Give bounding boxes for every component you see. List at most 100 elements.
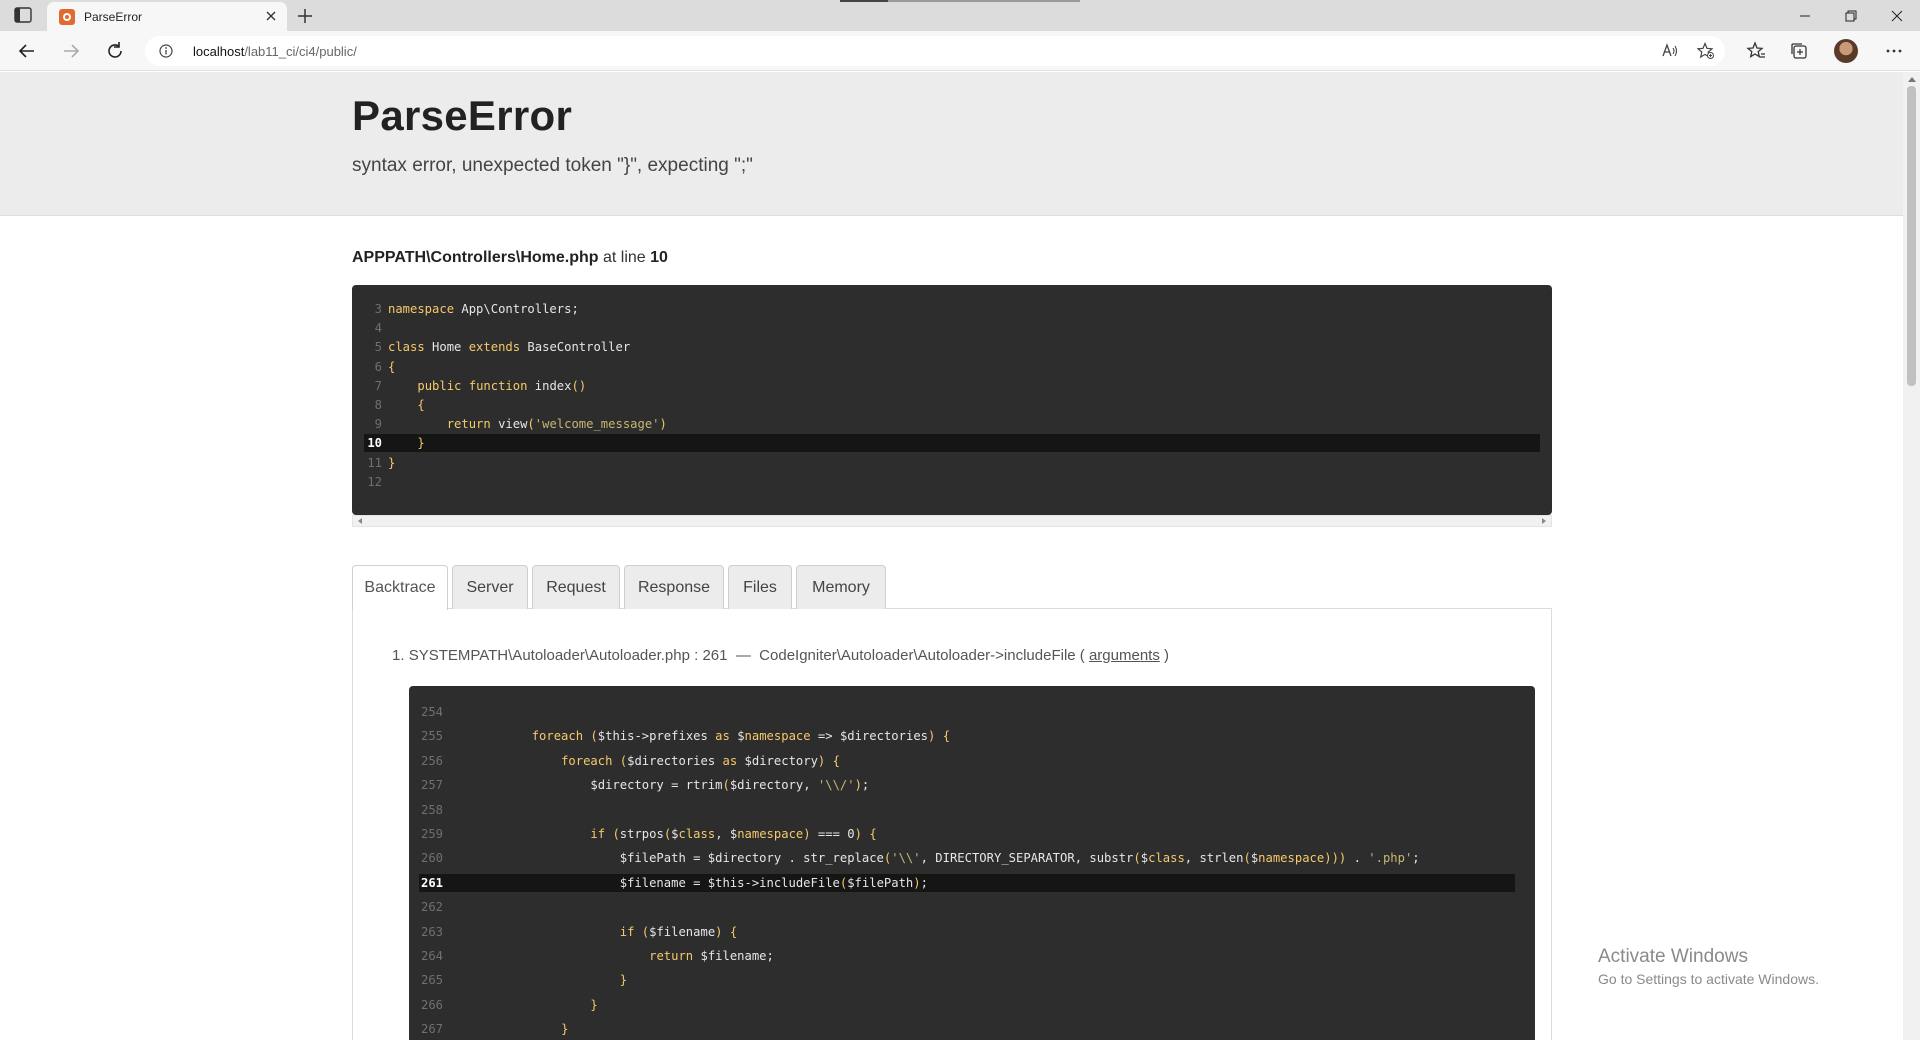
error-location: APPPATH\Controllers\Home.php at line 10	[352, 249, 668, 267]
code-line: 266 }	[419, 996, 1515, 1014]
line-number: 11	[367, 455, 382, 470]
tab-request[interactable]: Request	[532, 565, 620, 609]
close-icon[interactable]	[263, 8, 279, 24]
code-line: 261 $filename = $this->includeFile($file…	[419, 873, 1515, 892]
code-line: 255 foreach ($this->prefixes as $namespa…	[419, 727, 1515, 745]
source-code-block: 3 namespace App\Controllers; 4 5 class Home …	[352, 285, 1552, 515]
close-window-icon[interactable]	[1874, 0, 1920, 31]
code-text: public function index()	[417, 378, 587, 393]
code-line: 260 $filePath = $directory . str_replace…	[419, 849, 1515, 867]
url-host: localhost	[193, 44, 245, 59]
code-line: 267 }	[419, 1020, 1515, 1038]
error-header: ParseError syntax error, unexpected toke…	[0, 72, 1903, 216]
tab-memory[interactable]: Memory	[796, 565, 886, 609]
backtrace-call: CodeIgniter\Autoloader\Autoloader->inclu…	[759, 647, 1085, 664]
code-line: 5 class Home extends BaseController	[364, 338, 1540, 356]
code-line: 4	[364, 319, 1540, 337]
minimize-icon[interactable]	[1782, 0, 1828, 31]
line-number: 9	[374, 417, 382, 432]
code-text: }	[561, 1022, 569, 1037]
favorites-icon[interactable]	[1746, 41, 1766, 61]
line-number: 255	[420, 729, 443, 744]
code-line: 264 return $filename;	[419, 947, 1515, 965]
line-number: 261	[420, 875, 443, 890]
code-text: }	[590, 997, 598, 1012]
tab-backtrace[interactable]: Backtrace	[352, 565, 448, 610]
code-text: foreach ($this->prefixes as $namespace =…	[531, 729, 951, 744]
sidebar-icon[interactable]	[14, 7, 32, 23]
scroll-up-icon[interactable]	[1908, 77, 1916, 82]
profile-avatar[interactable]	[1834, 39, 1858, 63]
line-number: 260	[420, 851, 443, 866]
line-number: 6	[374, 359, 382, 374]
at-line-label: at line	[602, 249, 646, 266]
code-text: $filePath = $directory . str_replace('\\…	[473, 851, 1420, 866]
url-text[interactable]: localhost/lab11_ci/ci4/public/	[193, 44, 357, 59]
code-line: 10 }	[364, 434, 1540, 453]
scroll-left-icon[interactable]	[358, 518, 362, 524]
tab-files[interactable]: Files	[728, 565, 792, 609]
line-number: 266	[420, 997, 443, 1012]
code-text: foreach ($directories as $directory) {	[561, 753, 840, 768]
code-text: namespace App\Controllers;	[388, 302, 579, 316]
plus-icon[interactable]	[296, 7, 314, 25]
line-number: 267	[420, 1022, 443, 1037]
arguments-link[interactable]: arguments	[1089, 647, 1160, 664]
code-text: return $filename;	[649, 949, 774, 963]
line-number: 265	[420, 973, 443, 988]
navigation-bar: localhost/lab11_ci/ci4/public/	[0, 31, 1920, 71]
code-text: if ($filename) {	[619, 924, 738, 939]
tab-server[interactable]: Server	[452, 565, 528, 609]
tab-strip-indicator	[840, 0, 1080, 2]
code-line: 259 if (strpos($class, $namespace) === 0…	[419, 825, 1515, 843]
code-line: 258	[419, 801, 1515, 819]
code-text: }	[388, 455, 396, 470]
line-number: 7	[374, 378, 382, 393]
code-line: 262	[419, 898, 1515, 916]
error-line-number: 10	[650, 249, 668, 266]
code-line: 263 if ($filename) {	[419, 923, 1515, 941]
read-aloud-icon[interactable]	[1661, 42, 1679, 60]
line-number: 254	[420, 705, 443, 719]
line-number: 10	[367, 436, 382, 451]
more-icon[interactable]	[1884, 41, 1904, 61]
add-favorite-icon[interactable]	[1696, 41, 1715, 60]
code-line: 254	[419, 703, 1515, 721]
code-text: {	[417, 398, 425, 412]
code-text: return view('welcome_message')	[446, 417, 667, 432]
code-text: }	[417, 436, 425, 451]
line-number: 257	[420, 778, 443, 793]
backtrace-dash: —	[735, 647, 751, 664]
collections-icon[interactable]	[1789, 41, 1809, 61]
browser-tab[interactable]: ParseError	[47, 2, 287, 31]
tab-response[interactable]: Response	[624, 565, 724, 609]
activate-windows-watermark: Activate Windows Go to Settings to activ…	[1598, 946, 1819, 987]
info-icon[interactable]	[159, 44, 173, 58]
code-text: $filename = $this->includeFile($filePath…	[473, 875, 928, 890]
page-vertical-scrollbar[interactable]	[1903, 72, 1920, 1040]
source-horizontal-scrollbar[interactable]	[352, 515, 1552, 527]
code-line: 12	[364, 473, 1540, 491]
refresh-icon[interactable]	[104, 40, 126, 62]
back-icon[interactable]	[16, 40, 38, 62]
forward-icon[interactable]	[60, 40, 82, 62]
backtrace-index: 1.	[392, 647, 405, 664]
code-line: 265 }	[419, 971, 1515, 989]
line-number: 256	[420, 753, 443, 768]
backtrace-file: SYSTEMPATH\Autoloader\Autoloader.php : 2…	[408, 647, 728, 664]
scroll-right-icon[interactable]	[1542, 518, 1546, 524]
backtrace-code-block: 254 255 foreach ($this->prefixes as $name…	[409, 686, 1535, 1040]
code-line: 11}	[364, 454, 1540, 472]
address-bar[interactable]: localhost/lab11_ci/ci4/public/	[145, 36, 1725, 66]
restore-icon[interactable]	[1828, 0, 1874, 31]
scrollbar-thumb[interactable]	[1907, 86, 1916, 386]
title-bar: ParseError	[0, 0, 1920, 31]
line-number: 12	[367, 474, 382, 489]
line-number: 4	[374, 321, 382, 336]
line-number: 258	[420, 802, 443, 817]
backtrace-close: )	[1164, 647, 1170, 664]
code-text: $directory = rtrim($directory, '\\/');	[473, 778, 870, 793]
code-line: 7 public function index()	[364, 377, 1540, 395]
code-line: 256 foreach ($directories as $directory)…	[419, 752, 1515, 770]
code-text: class Home extends BaseController	[388, 340, 631, 355]
